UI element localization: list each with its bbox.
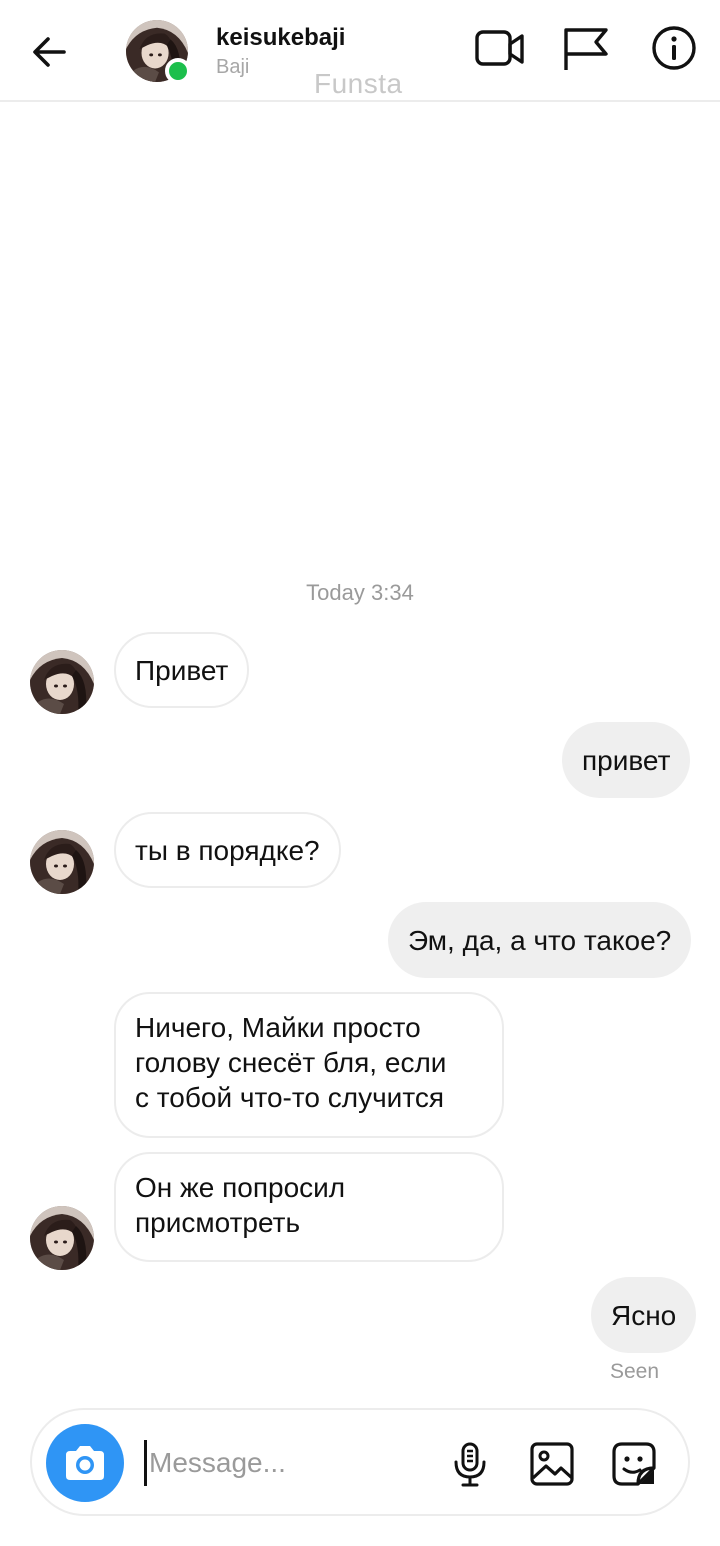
message-text: Привет: [135, 654, 229, 686]
thread-timestamp: Today 3:34: [306, 580, 414, 605]
video-call-button[interactable]: [472, 24, 528, 74]
sticker-button[interactable]: [610, 1440, 658, 1488]
outgoing-message[interactable]: Эм, да, а что такое?: [388, 902, 692, 978]
incoming-message[interactable]: Привет: [114, 632, 250, 708]
outgoing-message[interactable]: Ясно: [591, 1277, 697, 1353]
message-text: Он же попросил присмотреть: [135, 1170, 345, 1240]
message-composer: [30, 1408, 690, 1516]
incoming-message[interactable]: Он же попросил присмотреть: [114, 1152, 504, 1262]
message-text: Ясно: [611, 1299, 677, 1331]
chat-header: keisukebaji Baji Funsta: [0, 0, 720, 102]
flag-icon: [564, 28, 608, 70]
report-button[interactable]: [558, 24, 614, 74]
sender-avatar[interactable]: [30, 1206, 94, 1270]
seen-receipt: Seen: [610, 1360, 660, 1383]
voice-message-button[interactable]: [446, 1440, 494, 1488]
contact-avatar[interactable]: [126, 20, 191, 84]
gallery-button[interactable]: [528, 1440, 576, 1488]
message-text: ты в порядке?: [135, 834, 320, 866]
info-icon: [652, 26, 696, 70]
camera-button[interactable]: [46, 1424, 124, 1502]
back-button[interactable]: [28, 30, 72, 74]
message-line: с тобой что-то случится: [135, 1082, 444, 1113]
online-status-indicator: [165, 58, 191, 84]
message-text: Эм, да, а что такое?: [408, 924, 672, 956]
message-line: Он же попросил: [135, 1172, 346, 1203]
watermark: Funsta: [314, 68, 403, 99]
sender-avatar[interactable]: [30, 830, 94, 894]
message-line: присмотреть: [135, 1207, 301, 1238]
message-text: привет: [582, 744, 671, 776]
outgoing-message[interactable]: привет: [562, 722, 691, 798]
camera-icon: [66, 1446, 104, 1480]
message-input[interactable]: [144, 1440, 434, 1486]
message-line: голову снесёт бля, если: [135, 1047, 447, 1078]
incoming-message[interactable]: ты в порядке?: [114, 812, 341, 888]
video-call-icon: [475, 30, 524, 66]
message-text: Ничего, Майки просто голову снесёт бля, …: [135, 1010, 446, 1115]
incoming-message[interactable]: Ничего, Майки просто голову снесёт бля, …: [114, 992, 504, 1138]
contact-display-name: Baji: [216, 56, 250, 78]
sticker-icon: [612, 1442, 656, 1486]
gallery-icon: [530, 1442, 574, 1486]
message-line: Ничего, Майки просто: [135, 1012, 421, 1043]
back-arrow-icon: [33, 37, 66, 67]
sender-avatar[interactable]: [30, 650, 94, 714]
contact-username[interactable]: keisukebaji: [216, 24, 345, 52]
microphone-icon: [454, 1442, 486, 1487]
conversation-info-button[interactable]: [646, 24, 702, 74]
